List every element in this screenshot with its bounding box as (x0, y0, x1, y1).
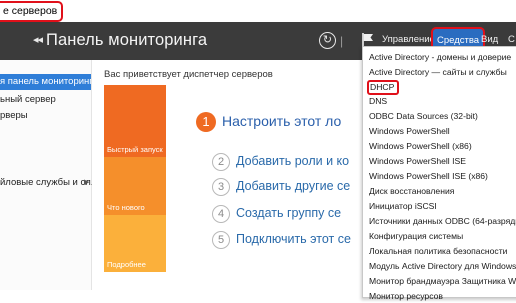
menu-item-powershell-x86[interactable]: Windows PowerShell (x86) (369, 140, 472, 153)
sidebar-item-all-servers[interactable]: рверы (0, 108, 28, 124)
menu-item-dhcp[interactable]: DHCP (367, 80, 400, 95)
step-create-server-group[interactable]: 4 Создать группу се (212, 204, 341, 223)
step-number: 3 (212, 178, 230, 196)
step-number: 4 (212, 205, 230, 223)
step-text: Добавить роли и ко (236, 154, 350, 168)
menu-view[interactable]: Вид (481, 33, 498, 47)
menu-item-powershell[interactable]: Windows PowerShell (369, 125, 450, 138)
page-title: Панель мониторинга (46, 31, 208, 49)
menu-item-ad-sites-services[interactable]: Active Directory — сайты и службы (369, 66, 507, 79)
menu-manage[interactable]: Управление (382, 33, 435, 47)
menu-item-recovery-drive[interactable]: Диск восстановления (369, 185, 454, 198)
sidebar-item-local-server[interactable]: ьный сервер (0, 92, 56, 108)
window-title: е серверов (0, 1, 64, 22)
step-text: Подключить этот се (236, 232, 351, 246)
back-arrows-icon[interactable]: ◂◂ (33, 32, 43, 48)
title-bar: е серверов (0, 0, 516, 22)
menu-help[interactable]: С (508, 33, 515, 47)
menu-item-odbc-32[interactable]: ODBC Data Sources (32-bit) (369, 110, 478, 123)
tile-label: Что нового (107, 203, 145, 212)
step-add-roles[interactable]: 2 Добавить роли и ко (212, 152, 349, 171)
step-add-servers[interactable]: 3 Добавить другие се (212, 177, 350, 196)
welcome-heading: Вас приветствует диспетчер серверов (104, 69, 273, 80)
menu-item-iscsi-initiator[interactable]: Инициатор iSCSI (369, 200, 437, 213)
menu-item-defender-firewall[interactable]: Монитор брандмауэра Защитника Window (369, 275, 516, 288)
step-connect-cloud[interactable]: 5 Подключить этот се (212, 230, 351, 249)
menu-item-system-configuration[interactable]: Конфигурация системы (369, 230, 463, 243)
tile-label: Подробнее (107, 260, 146, 269)
step-number: 5 (212, 231, 230, 249)
chevron-right-icon[interactable]: ▶ (84, 175, 89, 191)
menu-item-resource-monitor[interactable]: Монитор ресурсов (369, 290, 443, 303)
menu-item-powershell-ise-x86[interactable]: Windows PowerShell ISE (x86) (369, 170, 488, 183)
tools-dropdown-menu: Active Directory - домены и доверие Acti… (362, 46, 516, 301)
step-number: 2 (212, 153, 230, 171)
step-text: Настроить этот ло (222, 113, 342, 129)
tile-learn-more[interactable]: Подробнее (104, 215, 166, 272)
step-configure-local-server[interactable]: 1 Настроить этот ло (196, 112, 341, 132)
tile-quick-start[interactable]: Быстрый запуск (104, 85, 166, 157)
refresh-icon[interactable]: ↻ (319, 32, 336, 49)
menu-item-local-security-policy[interactable]: Локальная политика безопасности (369, 245, 507, 258)
step-text: Добавить другие се (236, 179, 351, 193)
separator: | (340, 34, 344, 48)
sidebar-item-dashboard[interactable]: я панель мониторинга (0, 74, 91, 90)
step-number: 1 (196, 112, 216, 132)
tile-label: Быстрый запуск (107, 145, 163, 154)
step-text: Создать группу се (236, 206, 342, 220)
menu-item-odbc-64[interactable]: Источники данных ODBC (64-разрядная в (369, 215, 516, 228)
menu-item-dns[interactable]: DNS (369, 95, 387, 108)
menu-item-powershell-ise[interactable]: Windows PowerShell ISE (369, 155, 466, 168)
menu-item-ad-domains-trusts[interactable]: Active Directory - домены и доверие (369, 51, 511, 64)
tile-whats-new[interactable]: Что нового (104, 157, 166, 215)
menu-item-ad-module-powershell[interactable]: Модуль Active Directory для Windows Pow (369, 260, 516, 273)
sidebar: я панель мониторинга ьный сервер рверы й… (0, 60, 99, 290)
